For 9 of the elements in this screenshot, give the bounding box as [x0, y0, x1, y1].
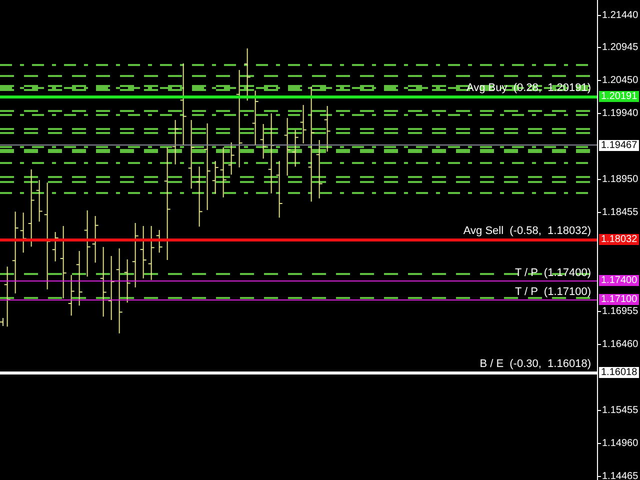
current-price-tag: 1.19467	[599, 140, 640, 151]
price-tag: 1.20191	[599, 91, 640, 102]
level-label: Avg Sell (-0.58, 1.18032)	[463, 225, 591, 237]
price-tag: 1.17100	[599, 294, 640, 305]
price-tag: 1.18032	[599, 234, 640, 245]
level-label: T / P (1.17100)	[514, 286, 591, 298]
level-label: B / E (-0.30, 1.16018)	[480, 358, 591, 370]
price-tag: 1.16018	[599, 367, 640, 378]
price-tag: 1.17400	[599, 275, 640, 286]
